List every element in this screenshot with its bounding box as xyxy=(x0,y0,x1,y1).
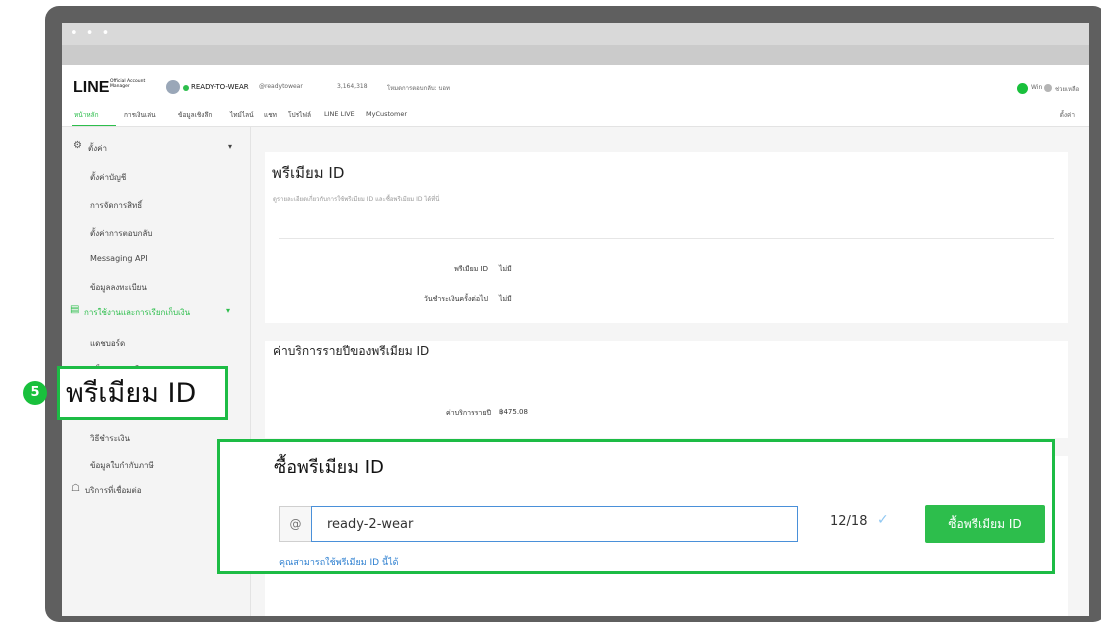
sidebar-item-response-settings[interactable]: ตั้งค่าการตอบกลับ xyxy=(90,227,152,240)
help-icon[interactable] xyxy=(1044,84,1052,92)
online-status-icon xyxy=(1017,83,1028,94)
availability-message: คุณสามารถใช้พรีเมียม ID นี้ได้ xyxy=(279,558,399,568)
callout-label: พรีเมียม ID xyxy=(66,378,197,409)
section-divider xyxy=(279,238,1054,239)
at-prefix: @ xyxy=(279,506,311,542)
buy-premium-title: ซื้อพรีเมียม ID xyxy=(274,457,384,478)
account-name[interactable]: READY-TO-WEAR xyxy=(191,83,249,91)
check-icon: ✓ xyxy=(877,512,889,528)
friends-count: 3,164,318 xyxy=(337,83,368,90)
nav-settings[interactable]: ตั้งค่า xyxy=(1060,110,1075,120)
response-mode[interactable]: โหมดการตอบกลับ: บอท xyxy=(387,83,450,93)
premium-id-label: พรีเมียม ID xyxy=(454,265,488,273)
chevron-down-icon[interactable]: ▾ xyxy=(228,142,232,151)
verified-badge-icon xyxy=(183,85,189,91)
title-bar: • • • xyxy=(62,23,1089,45)
sidebar-item-payment-method[interactable]: วิธีชำระเงิน xyxy=(90,432,130,445)
sidebar-item-tax-invoice[interactable]: ข้อมูลใบกำกับภาษี xyxy=(90,459,154,472)
help-link[interactable]: ช่วยเหลือ xyxy=(1055,84,1079,94)
nav-line-live[interactable]: LINE LIVE xyxy=(324,110,355,118)
line-logo[interactable]: LINE xyxy=(73,80,109,96)
nav-home[interactable]: หน้าหลัก xyxy=(74,110,99,120)
chevron-down-icon[interactable]: ▾ xyxy=(226,306,230,315)
user-name[interactable]: Win xyxy=(1031,84,1042,91)
tab-strip xyxy=(62,45,1089,65)
annual-fee-title: ค่าบริการรายปีของพรีเมียม ID xyxy=(273,344,430,358)
sidebar-item-permissions[interactable]: การจัดการสิทธิ์ xyxy=(90,199,142,212)
annual-fee-value: ฿475.08 xyxy=(499,408,528,416)
nav-timeline[interactable]: ไทม์ไลน์ xyxy=(230,110,254,120)
gear-icon: ⚙ xyxy=(73,140,82,151)
character-counter: 12/18 xyxy=(830,514,868,529)
next-payment-value: ไม่มี xyxy=(499,295,512,303)
connected-services-icon: ☖ xyxy=(71,483,80,494)
nav-broadcast[interactable]: การเงินเล่น xyxy=(124,110,156,120)
page-subtitle: ดูรายละเอียดเกี่ยวกับการใช้พรีเมียม ID แ… xyxy=(273,196,440,203)
account-id: @readytowear xyxy=(259,83,303,90)
nav-chat[interactable]: แชท xyxy=(264,110,277,120)
sidebar-item-registration[interactable]: ข้อมูลลงทะเบียน xyxy=(90,281,147,294)
buy-premium-button[interactable]: ซื้อพรีเมียม ID xyxy=(925,505,1045,543)
main-nav: หน้าหลัก การเงินเล่น ข้อมูลเชิงลึก ไทม์ไ… xyxy=(62,107,1089,127)
sidebar-item-dashboard[interactable]: แดชบอร์ด xyxy=(90,337,125,350)
sidebar-item-account-settings[interactable]: ตั้งค่าบัญชี xyxy=(90,171,126,184)
nav-mycustomer[interactable]: MyCustomer xyxy=(366,110,407,118)
app-header: LINE Official Account Manager READY-TO-W… xyxy=(62,65,1089,111)
nav-profile[interactable]: โปรไฟล์ xyxy=(288,110,311,120)
premium-id-value: ไม่มี xyxy=(499,265,512,273)
next-payment-label: วันชำระเงินครั้งต่อไป xyxy=(423,295,488,303)
section-gap xyxy=(265,323,1068,341)
logo-subtitle: Official Account Manager xyxy=(110,79,146,89)
sidebar-item-messaging-api[interactable]: Messaging API xyxy=(90,254,148,263)
nav-insight[interactable]: ข้อมูลเชิงลึก xyxy=(178,110,212,120)
billing-icon: ▤ xyxy=(70,304,80,315)
window-controls[interactable]: • • • xyxy=(70,27,111,40)
step-badge: 5 xyxy=(23,381,47,405)
sidebar-section-services[interactable]: บริการที่เชื่อมต่อ xyxy=(85,484,142,497)
account-avatar[interactable] xyxy=(166,80,180,94)
page-title: พรีเมียม ID xyxy=(272,164,345,182)
premium-id-input[interactable] xyxy=(311,506,798,542)
sidebar-section-billing[interactable]: การใช้งานและการเรียกเก็บเงิน xyxy=(84,306,190,319)
sidebar-section-settings[interactable]: ตั้งค่า xyxy=(88,142,107,155)
annual-fee-label: ค่าบริการรายปี xyxy=(446,409,491,417)
